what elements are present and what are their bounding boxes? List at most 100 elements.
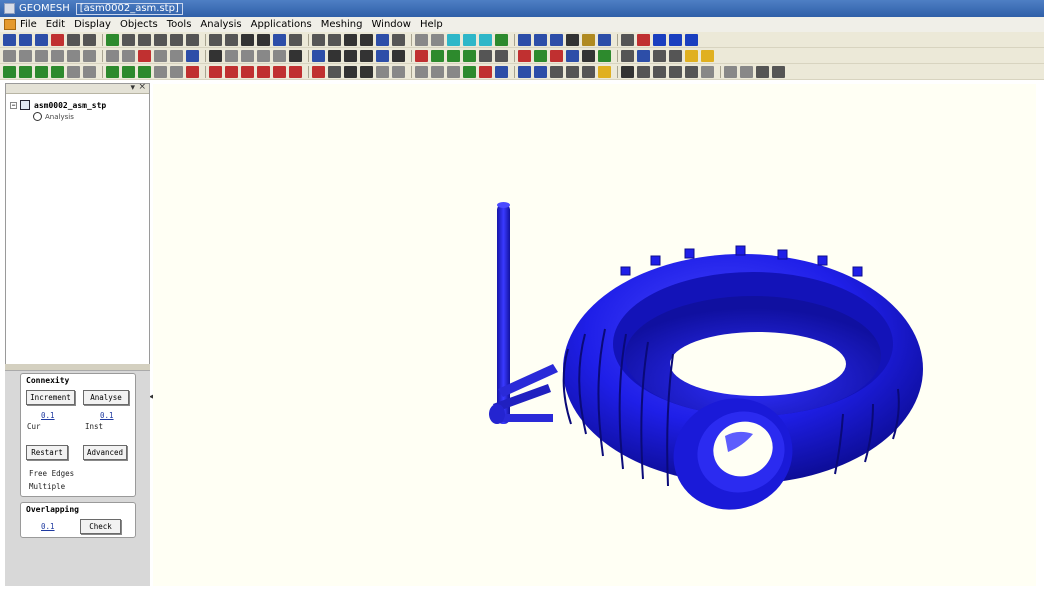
toolbar-row2-button-21-icon[interactable] bbox=[344, 49, 357, 62]
toolbar-row3-button-14-icon[interactable] bbox=[225, 65, 238, 78]
toolbar-row1-button-1-icon[interactable] bbox=[3, 33, 16, 46]
restart-button[interactable]: Restart bbox=[26, 445, 68, 460]
toolbar-row1-button-13-icon[interactable] bbox=[209, 33, 222, 46]
toolbar-row1-button-39-icon[interactable] bbox=[653, 33, 666, 46]
toolbar-row2-button-36-icon[interactable] bbox=[598, 49, 611, 62]
toolbar-row2-button-1-icon[interactable] bbox=[3, 49, 16, 62]
toolbar-row2-button-11-icon[interactable] bbox=[170, 49, 183, 62]
toolbar-row2-button-12-icon[interactable] bbox=[186, 49, 199, 62]
close-icon[interactable]: × bbox=[138, 82, 146, 92]
toolbar-row2-button-38-icon[interactable] bbox=[637, 49, 650, 62]
menu-window[interactable]: Window bbox=[372, 19, 411, 30]
toolbar-row3-button-13-icon[interactable] bbox=[209, 65, 222, 78]
toolbar-row3-button-37-icon[interactable] bbox=[621, 65, 634, 78]
toolbar-row3-button-17-icon[interactable] bbox=[273, 65, 286, 78]
toolbar-row3-button-34-icon[interactable] bbox=[566, 65, 579, 78]
toolbar-row1-button-3-icon[interactable] bbox=[35, 33, 48, 46]
toolbar-row3-button-2-icon[interactable] bbox=[19, 65, 32, 78]
toolbar-row1-button-32-icon[interactable] bbox=[534, 33, 547, 46]
toolbar-row2-button-7-icon[interactable] bbox=[106, 49, 119, 62]
connectivity-value-2[interactable]: 0.1 bbox=[100, 411, 114, 420]
toolbar-row3-button-31-icon[interactable] bbox=[518, 65, 531, 78]
toolbar-row1-button-27-icon[interactable] bbox=[447, 33, 460, 46]
toolbar-row2-button-15-icon[interactable] bbox=[241, 49, 254, 62]
toolbar-row2-button-35-icon[interactable] bbox=[582, 49, 595, 62]
toolbar-row1-button-14-icon[interactable] bbox=[225, 33, 238, 46]
toolbar-row2-button-29-icon[interactable] bbox=[479, 49, 492, 62]
toolbar-row1-button-17-icon[interactable] bbox=[273, 33, 286, 46]
toolbar-row2-button-27-icon[interactable] bbox=[447, 49, 460, 62]
toolbar-row3-button-7-icon[interactable] bbox=[106, 65, 119, 78]
toolbar-row3-button-3-icon[interactable] bbox=[35, 65, 48, 78]
toolbar-row3-button-23-icon[interactable] bbox=[376, 65, 389, 78]
toolbar-row2-button-28-icon[interactable] bbox=[463, 49, 476, 62]
toolbar-row1-button-41-icon[interactable] bbox=[685, 33, 698, 46]
toolbar-row2-button-20-icon[interactable] bbox=[328, 49, 341, 62]
toolbar-row3-button-6-icon[interactable] bbox=[83, 65, 96, 78]
toolbar-row1-button-20-icon[interactable] bbox=[328, 33, 341, 46]
menu-help[interactable]: Help bbox=[420, 19, 443, 30]
toolbar-row1-button-31-icon[interactable] bbox=[518, 33, 531, 46]
toolbar-row3-button-9-icon[interactable] bbox=[138, 65, 151, 78]
toolbar-row2-button-4-icon[interactable] bbox=[51, 49, 64, 62]
toolbar-row3-button-28-icon[interactable] bbox=[463, 65, 476, 78]
menu-edit[interactable]: Edit bbox=[46, 19, 65, 30]
toolbar-row3-button-5-icon[interactable] bbox=[67, 65, 80, 78]
toolbar-row3-button-41-icon[interactable] bbox=[685, 65, 698, 78]
toolbar-row2-button-42-icon[interactable] bbox=[701, 49, 714, 62]
toolbar-row2-button-17-icon[interactable] bbox=[273, 49, 286, 62]
tree-root[interactable]: − asm0002_asm_stp bbox=[10, 100, 106, 110]
toolbar-row1-button-12-icon[interactable] bbox=[186, 33, 199, 46]
toolbar-row1-button-25-icon[interactable] bbox=[415, 33, 428, 46]
toolbar-row3-button-1-icon[interactable] bbox=[3, 65, 16, 78]
toolbar-row1-button-38-icon[interactable] bbox=[637, 33, 650, 46]
toolbar-row2-button-6-icon[interactable] bbox=[83, 49, 96, 62]
toolbar-row3-button-4-icon[interactable] bbox=[51, 65, 64, 78]
toolbar-row1-button-37-icon[interactable] bbox=[621, 33, 634, 46]
toolbar-row1-button-16-icon[interactable] bbox=[257, 33, 270, 46]
menu-objects[interactable]: Objects bbox=[120, 19, 158, 30]
toolbar-row3-button-40-icon[interactable] bbox=[669, 65, 682, 78]
toolbar-row3-button-44-icon[interactable] bbox=[740, 65, 753, 78]
toolbar-row3-button-8-icon[interactable] bbox=[122, 65, 135, 78]
toolbar-row1-button-2-icon[interactable] bbox=[19, 33, 32, 46]
connectivity-value-1[interactable]: 0.1 bbox=[41, 411, 55, 420]
toolbar-row3-button-24-icon[interactable] bbox=[392, 65, 405, 78]
toolbar-row1-button-34-icon[interactable] bbox=[566, 33, 579, 46]
toolbar-row1-button-6-icon[interactable] bbox=[83, 33, 96, 46]
menu-file[interactable]: File bbox=[20, 19, 37, 30]
toolbar-row1-button-35-icon[interactable] bbox=[582, 33, 595, 46]
toolbar-row2-button-33-icon[interactable] bbox=[550, 49, 563, 62]
toolbar-row2-button-19-icon[interactable] bbox=[312, 49, 325, 62]
toolbar-row3-button-35-icon[interactable] bbox=[582, 65, 595, 78]
toolbar-row1-button-40-icon[interactable] bbox=[669, 33, 682, 46]
toolbar-row3-button-45-icon[interactable] bbox=[756, 65, 769, 78]
toolbar-row3-button-39-icon[interactable] bbox=[653, 65, 666, 78]
menu-tools[interactable]: Tools bbox=[167, 19, 192, 30]
menu-applications[interactable]: Applications bbox=[251, 19, 312, 30]
document-menu-icon[interactable] bbox=[4, 19, 16, 30]
toolbar-row3-button-18-icon[interactable] bbox=[289, 65, 302, 78]
toolbar-row2-button-14-icon[interactable] bbox=[225, 49, 238, 62]
toolbar-row1-button-10-icon[interactable] bbox=[154, 33, 167, 46]
toolbar-row2-button-8-icon[interactable] bbox=[122, 49, 135, 62]
menu-display[interactable]: Display bbox=[74, 19, 111, 30]
toolbar-row2-button-16-icon[interactable] bbox=[257, 49, 270, 62]
analyse-button[interactable]: Analyse bbox=[83, 390, 129, 405]
toolbar-row3-button-11-icon[interactable] bbox=[170, 65, 183, 78]
toolbar-row1-button-36-icon[interactable] bbox=[598, 33, 611, 46]
toolbar-row2-button-26-icon[interactable] bbox=[431, 49, 444, 62]
toolbar-row2-button-25-icon[interactable] bbox=[415, 49, 428, 62]
pin-icon[interactable]: ▾ bbox=[130, 83, 135, 93]
toolbar-row1-button-26-icon[interactable] bbox=[431, 33, 444, 46]
toolbar-row2-button-10-icon[interactable] bbox=[154, 49, 167, 62]
advanced-button[interactable]: Advanced bbox=[83, 445, 127, 460]
toolbar-row2-button-13-icon[interactable] bbox=[209, 49, 222, 62]
toolbar-row2-button-32-icon[interactable] bbox=[534, 49, 547, 62]
toolbar-row2-button-5-icon[interactable] bbox=[67, 49, 80, 62]
collapse-icon[interactable]: − bbox=[10, 101, 17, 109]
toolbar-row3-button-38-icon[interactable] bbox=[637, 65, 650, 78]
increment-button[interactable]: Increment bbox=[26, 390, 75, 405]
toolbar-row3-button-15-icon[interactable] bbox=[241, 65, 254, 78]
toolbar-row2-button-2-icon[interactable] bbox=[19, 49, 32, 62]
